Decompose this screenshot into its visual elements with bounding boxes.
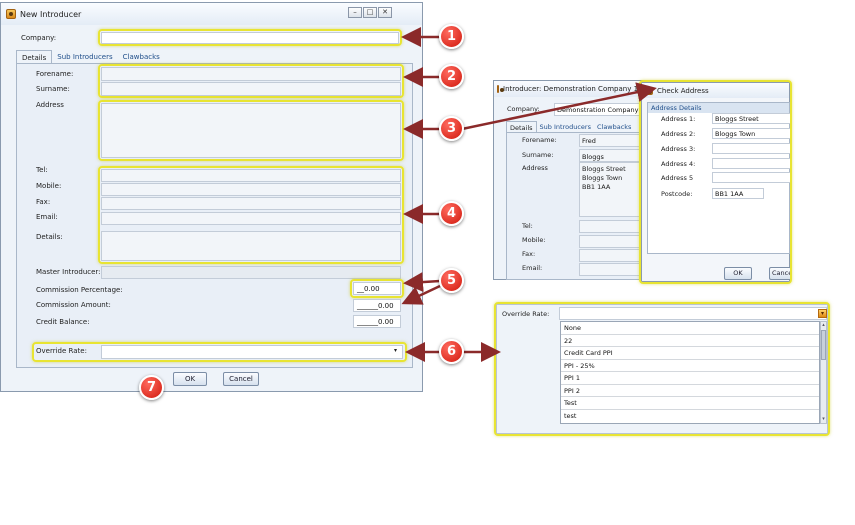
callout-7: 7 [139,375,164,400]
arrow-5a [403,272,441,293]
arrow-3b [461,82,657,131]
callout-2: 2 [439,64,464,89]
arrow-5b [401,284,441,305]
callout-6: 6 [439,339,464,364]
callout-arrows [401,27,657,362]
callout-1: 1 [439,24,464,49]
callout-5: 5 [439,268,464,293]
callout-4: 4 [439,201,464,226]
callout-3: 3 [439,116,464,141]
